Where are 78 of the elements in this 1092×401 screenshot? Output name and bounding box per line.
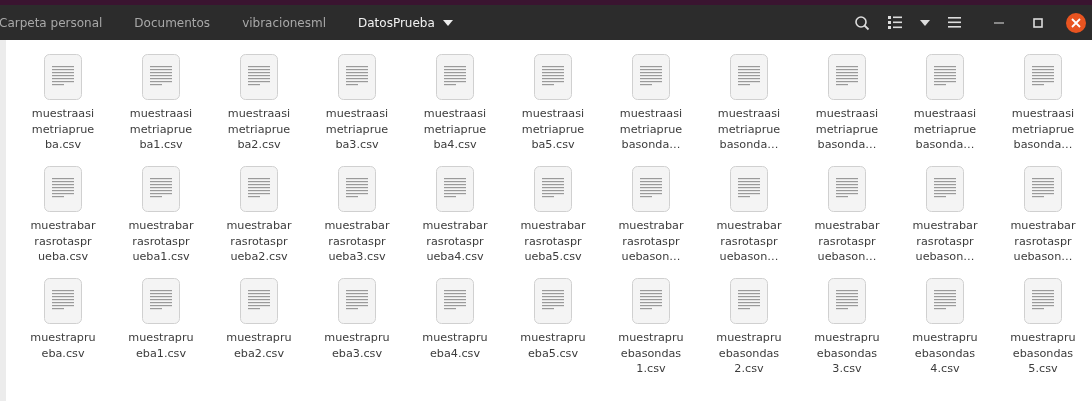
text-file-icon — [240, 166, 278, 212]
file-name: muestrabar rasrotaspr uebason… — [814, 218, 880, 265]
text-file-icon — [44, 278, 82, 324]
text-file-icon — [1024, 278, 1062, 324]
file-name: muestraasi metriaprue ba2.csv — [227, 106, 291, 153]
menu-icon[interactable] — [948, 17, 961, 28]
file-name: muestrapru eba4.csv — [422, 330, 488, 361]
file-name: muestraasi metriaprue ba5.csv — [521, 106, 585, 153]
text-file-icon — [632, 166, 670, 212]
minimize-icon[interactable] — [994, 21, 1004, 24]
text-file-icon — [142, 166, 180, 212]
text-file-icon — [828, 166, 866, 212]
text-file-icon — [534, 54, 572, 100]
file-name: muestrapru eba1.csv — [128, 330, 194, 361]
close-icon[interactable] — [1066, 12, 1086, 33]
text-file-icon — [632, 278, 670, 324]
text-file-icon — [338, 166, 376, 212]
text-file-icon — [142, 278, 180, 324]
file-name: muestrapru eba.csv — [30, 330, 96, 361]
file-name: muestrabar rasrotaspr ueba.csv — [30, 218, 96, 265]
text-file-icon — [338, 54, 376, 100]
file-name: muestraasi metriaprue basonda… — [1011, 106, 1075, 153]
text-file-icon — [44, 166, 82, 212]
text-file-icon — [730, 166, 768, 212]
maximize-icon[interactable] — [1033, 17, 1043, 28]
file-name: muestrapru eba5.csv — [520, 330, 586, 361]
text-file-icon — [828, 54, 866, 100]
file-name: muestrabar rasrotaspr uebason… — [1010, 218, 1076, 265]
text-file-icon — [632, 54, 670, 100]
text-file-icon — [534, 278, 572, 324]
file-name: muestraasi metriaprue basonda… — [717, 106, 781, 153]
text-file-icon — [240, 54, 278, 100]
text-file-icon — [142, 54, 180, 100]
text-file-icon — [828, 278, 866, 324]
text-file-icon — [240, 278, 278, 324]
text-file-icon — [926, 166, 964, 212]
text-file-icon — [926, 54, 964, 100]
file-name: muestrapru ebasondas 3.csv — [814, 330, 880, 377]
file-name: muestrapru ebasondas 5.csv — [1010, 330, 1076, 377]
caret-icon[interactable] — [920, 19, 930, 26]
path-button[interactable]: Documentos — [134, 15, 223, 30]
text-file-icon — [436, 166, 474, 212]
text-file-icon — [534, 166, 572, 212]
file-name: muestraasi metriaprue ba1.csv — [129, 106, 193, 153]
text-file-icon — [338, 278, 376, 324]
file-name: muestrabar rasrotaspr ueba1.csv — [128, 218, 194, 265]
file-name: muestraasi metriaprue basonda… — [815, 106, 879, 153]
file-name: muestrapru eba2.csv — [226, 330, 292, 361]
file-name: muestrabar rasrotaspr ueba3.csv — [324, 218, 390, 265]
search-icon[interactable] — [854, 14, 870, 31]
text-file-icon — [436, 278, 474, 324]
path-button[interactable]: vibracionesml — [242, 15, 338, 30]
file-name: muestrabar rasrotaspr ueba2.csv — [226, 218, 292, 265]
file-name: muestrabar rasrotaspr uebason… — [618, 218, 684, 265]
file-name: muestrabar rasrotaspr uebason… — [912, 218, 978, 265]
file-name: muestrapru eba3.csv — [324, 330, 390, 361]
file-name: muestraasi metriaprue ba4.csv — [423, 106, 487, 153]
path-button[interactable]: DatosPrueba — [358, 15, 465, 30]
file-name: muestraasi metriaprue ba3.csv — [325, 106, 389, 153]
file-name: muestrapru ebasondas 2.csv — [716, 330, 782, 377]
text-file-icon — [436, 54, 474, 100]
file-name: muestraasi metriaprue ba.csv — [31, 106, 95, 153]
file-name: muestrapru ebasondas 4.csv — [912, 330, 978, 377]
file-name: muestrabar rasrotaspr uebason… — [716, 218, 782, 265]
text-file-icon — [44, 54, 82, 100]
caret-icon — [442, 19, 453, 26]
text-file-icon — [730, 278, 768, 324]
text-file-icon — [1024, 166, 1062, 212]
path-button[interactable]: Carpeta personal — [0, 15, 115, 30]
file-name: muestraasi metriaprue basonda… — [913, 106, 977, 153]
text-file-icon — [1024, 54, 1062, 100]
text-file-icon — [730, 54, 768, 100]
text-file-icon — [926, 278, 964, 324]
list-view-icon[interactable] — [888, 16, 902, 29]
file-name: muestrapru ebasondas 1.csv — [618, 330, 684, 377]
file-name: muestraasi metriaprue basonda… — [619, 106, 683, 153]
file-name: muestrabar rasrotaspr ueba4.csv — [422, 218, 488, 265]
file-name: muestrabar rasrotaspr ueba5.csv — [520, 218, 586, 265]
